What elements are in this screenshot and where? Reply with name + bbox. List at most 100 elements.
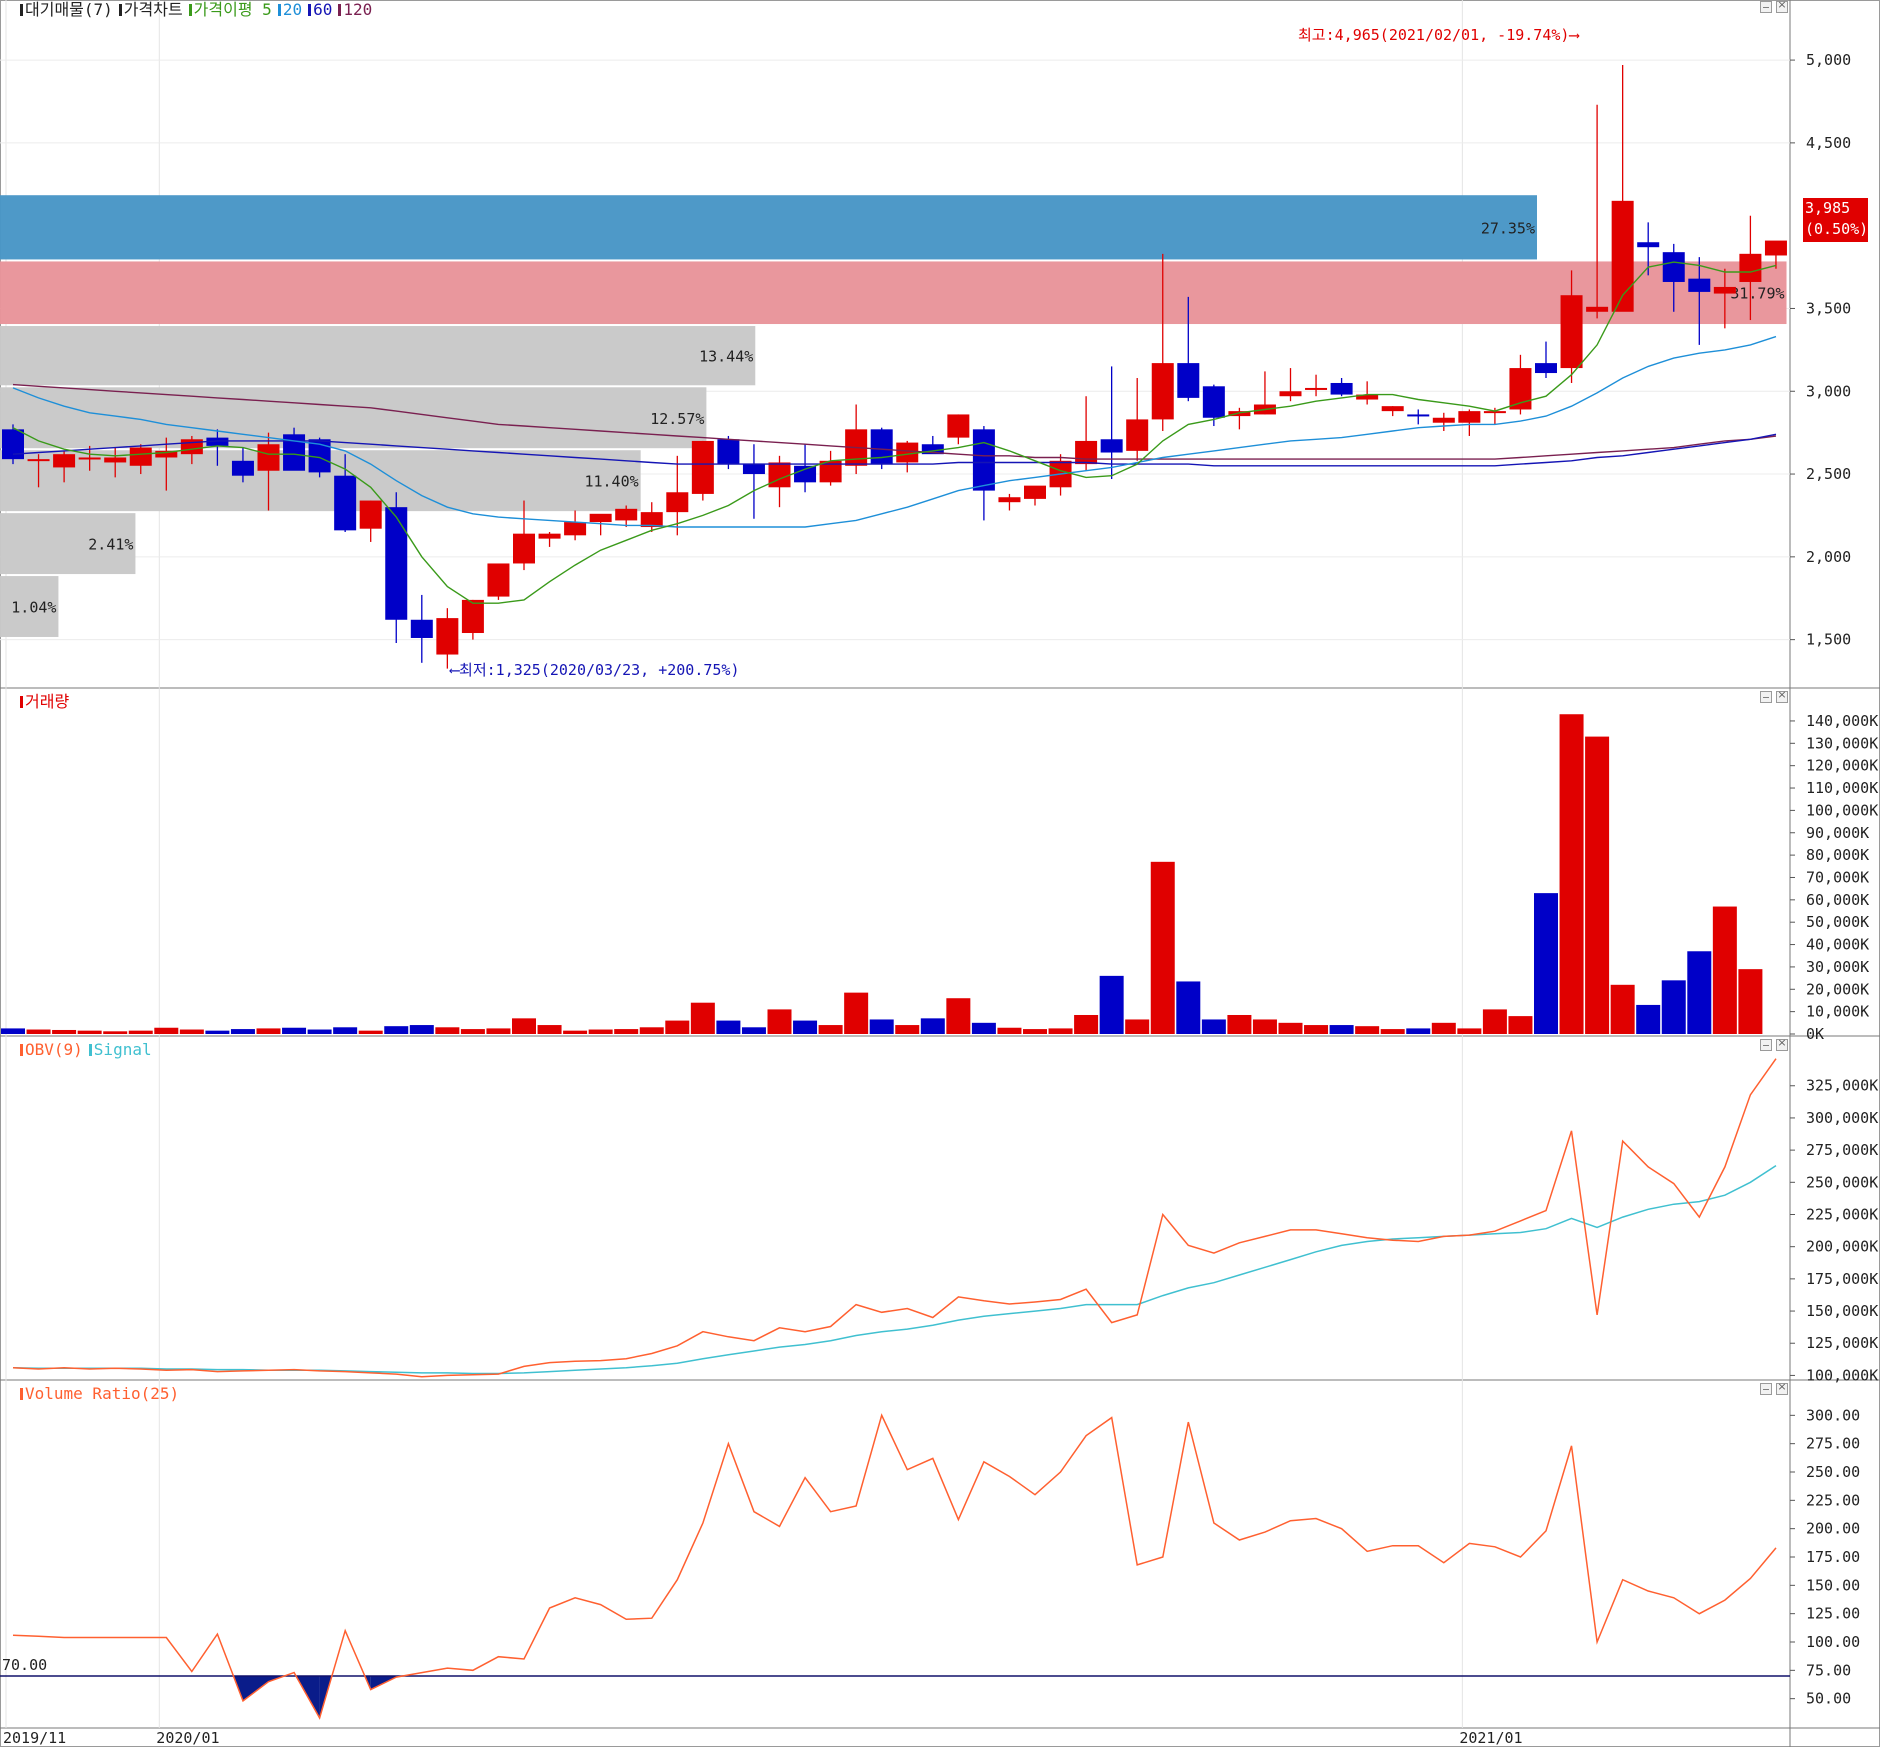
volume-bar (716, 1020, 741, 1034)
candle-body (1305, 387, 1328, 390)
volume-profile-label: 12.57% (650, 410, 704, 428)
obv-tick-label: 325,000K (1806, 1077, 1878, 1095)
candle-body (717, 439, 740, 465)
high-price-annotation: 최고:4,965(2021/02/01, -19.74%)⟶ (1298, 24, 1578, 45)
legend-item[interactable]: Signal (88, 1040, 152, 1059)
legend-item[interactable]: 가격이평 5 (188, 0, 272, 19)
candle-body (27, 459, 50, 462)
candle-body (104, 457, 127, 463)
candle-body (1177, 363, 1200, 398)
candle-body (1330, 382, 1353, 395)
price-tick-label: 1,500 (1806, 631, 1851, 649)
candle-body (870, 429, 893, 465)
volume-ratio-minimize-button[interactable] (1760, 1383, 1772, 1395)
candle-body (1024, 485, 1046, 499)
volume-legend: 거래량 (20, 692, 75, 712)
volume-bar (1406, 1028, 1431, 1034)
candle-body (1535, 363, 1557, 374)
volume-bar (665, 1020, 690, 1034)
volume-bar (205, 1030, 230, 1034)
legend-item[interactable]: 20 (277, 0, 302, 19)
volume-bar (588, 1029, 613, 1034)
volume-ratio-close-button[interactable] (1776, 1380, 1788, 1395)
volume-bar (1304, 1025, 1329, 1034)
legend-label: 가격차트 (123, 0, 183, 19)
candle-body (385, 507, 408, 620)
volume-bar (1738, 969, 1763, 1034)
volume-tick-label: 130,000K (1806, 734, 1878, 752)
candle-body (998, 497, 1021, 503)
legend-item[interactable]: 가격차트 (118, 0, 183, 19)
high-price-arrow: ⟶ (1569, 26, 1579, 44)
legend-swatch (20, 1388, 23, 1400)
low-price-annotation: ⟵최저:1,325(2020/03/23, +200.75%) (450, 659, 740, 680)
candle-body (129, 447, 152, 466)
price-legend: 대기매물(7) 가격차트 가격이평 5 20 60 120 (20, 0, 378, 20)
legend-label: 120 (343, 0, 373, 19)
low-price-arrow: ⟵ (450, 661, 460, 679)
price-minimize-button[interactable] (1760, 1, 1772, 13)
volume-bar (818, 1025, 843, 1034)
volume-bar (614, 1029, 639, 1034)
legend-item[interactable]: OBV(9) (20, 1040, 83, 1059)
volume-bar (103, 1031, 128, 1034)
obv-minimize-button[interactable] (1760, 1039, 1772, 1051)
volume-bar (1380, 1029, 1405, 1034)
volume-tick-label: 60,000K (1806, 891, 1869, 909)
volume-bar (1201, 1019, 1226, 1034)
candle-body (1688, 278, 1711, 292)
obv-close-button[interactable] (1776, 1036, 1788, 1051)
volume-tick-label: 10,000K (1806, 1003, 1869, 1021)
candle-body (1279, 391, 1302, 397)
volume-bar (1, 1028, 25, 1034)
vr-line (12, 1413, 1777, 1720)
obv-tick-label: 125,000K (1806, 1334, 1878, 1352)
volume-bar (1176, 981, 1201, 1034)
current-price-box: 3,985 (0.50%) (1803, 198, 1868, 242)
volume-bar (26, 1029, 51, 1034)
legend-item[interactable]: 거래량 (20, 692, 69, 711)
high-price-label: 최고:4,965(2021/02/01, -19.74%) (1298, 26, 1570, 44)
volume-bar (1431, 1022, 1456, 1034)
candle-body (1586, 306, 1609, 312)
candle-body (1407, 414, 1430, 417)
volume-bar (690, 1002, 715, 1034)
volume-bar (1534, 893, 1558, 1034)
volume-profile-label: 11.40% (584, 473, 638, 491)
candle-body (538, 533, 561, 539)
price-close-button[interactable] (1776, 0, 1788, 13)
volume-bar (1227, 1014, 1252, 1034)
candle-body (1560, 295, 1583, 369)
obv-tick-label: 200,000K (1806, 1238, 1878, 1256)
volume-tick-label: 140,000K (1806, 712, 1878, 730)
volume-bar (1457, 1028, 1482, 1034)
price-tick-label: 2,000 (1806, 548, 1851, 566)
volume-minimize-button[interactable] (1760, 691, 1772, 703)
volume-bar (77, 1030, 102, 1034)
volume-profile-label: 2.41% (88, 536, 133, 554)
obv-series-line (12, 1164, 1777, 1375)
volume-bar (1074, 1014, 1099, 1034)
price-tick-label: 5,000 (1806, 51, 1851, 69)
legend-item[interactable]: Volume Ratio(25) (20, 1384, 179, 1403)
volume-bar (1329, 1025, 1354, 1034)
legend-swatch (20, 696, 23, 708)
volume-bar (869, 1019, 894, 1034)
volume-bar (1355, 1026, 1380, 1034)
volume-bar (1048, 1028, 1073, 1034)
price-tick-label: 4,500 (1806, 134, 1851, 152)
volume-ratio-legend: Volume Ratio(25) (20, 1384, 185, 1404)
candle-body (257, 444, 280, 471)
volume-close-button[interactable] (1776, 688, 1788, 703)
legend-item[interactable]: 대기매물(7) (20, 0, 113, 19)
volume-profile-bar (0, 261, 1787, 325)
legend-item[interactable]: 60 (308, 0, 332, 19)
candle-body (1381, 406, 1404, 412)
legend-label: 60 (313, 0, 333, 19)
volume-bar (971, 1022, 996, 1034)
obv-tick-label: 275,000K (1806, 1141, 1878, 1159)
vr-baseline-label: 70.00 (2, 1656, 47, 1674)
legend-item[interactable]: 120 (338, 0, 372, 19)
volume-bar (128, 1030, 153, 1034)
volume-bar (741, 1027, 766, 1034)
